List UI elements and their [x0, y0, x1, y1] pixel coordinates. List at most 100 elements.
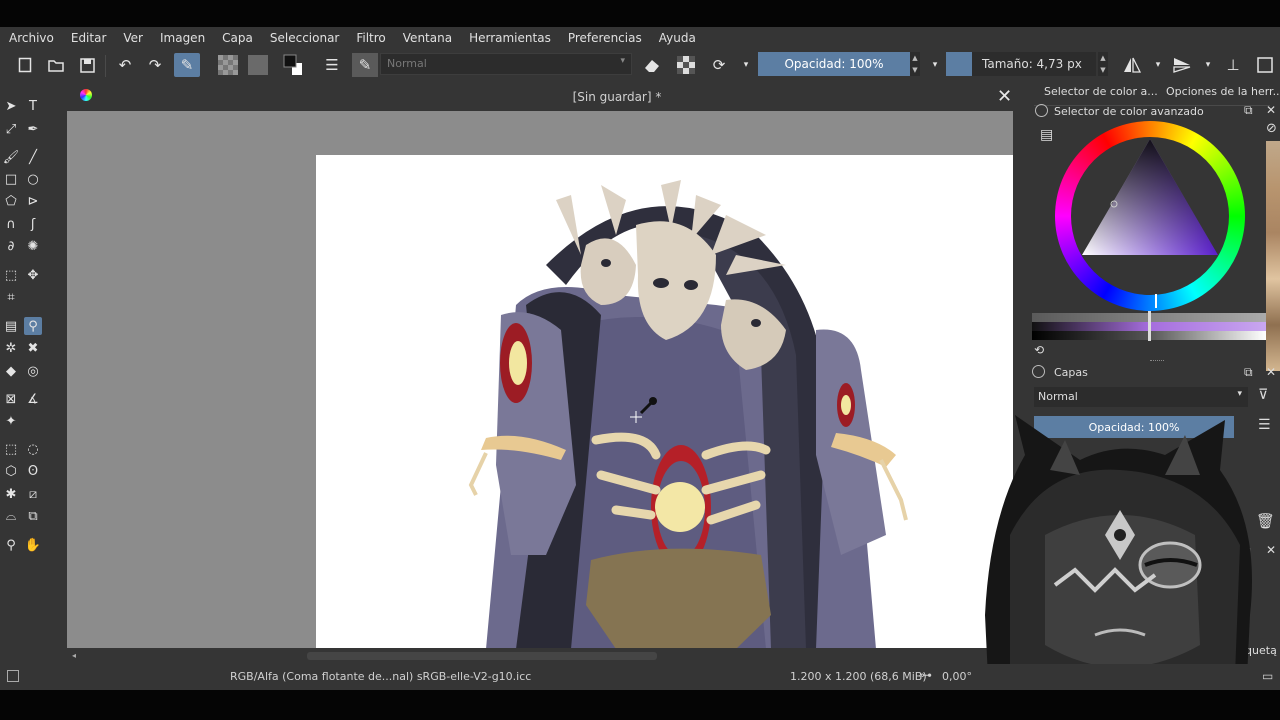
crop-tool-icon[interactable]: ⌗	[2, 288, 20, 306]
close-docker-icon[interactable]: ✕	[1266, 543, 1276, 557]
text-tool-icon[interactable]: T	[24, 97, 42, 115]
chevron-down-icon[interactable]: ▾	[1148, 55, 1168, 75]
ellipse-tool-icon[interactable]: ○	[24, 170, 42, 188]
menu-capa[interactable]: Capa	[213, 31, 261, 45]
menu-seleccionar[interactable]: Seleccionar	[261, 31, 347, 45]
line-tool-icon[interactable]: ╱	[24, 148, 42, 166]
color-settings-icon[interactable]: ▤	[1040, 127, 1053, 143]
menu-ver[interactable]: Ver	[114, 31, 151, 45]
smart-patch-icon[interactable]: ✖	[24, 339, 42, 357]
calligraphy-icon[interactable]: ✒	[24, 120, 42, 138]
document-title[interactable]: [Sin guardar] *	[487, 90, 747, 104]
multibrush-icon[interactable]: ✺	[24, 237, 42, 255]
size-slider[interactable]: Tamaño: 4,73 px	[972, 52, 1096, 76]
tab-tool-options[interactable]: Opciones de la herr...	[1166, 85, 1280, 105]
mirror-horizontal-icon[interactable]	[1122, 55, 1142, 75]
reference-tool-icon[interactable]: ✦	[2, 412, 20, 430]
view-mode-icon[interactable]: ▭	[1262, 669, 1273, 683]
size-slider-fill[interactable]	[946, 52, 972, 76]
scroll-thumb[interactable]	[307, 652, 657, 660]
move-tool-icon[interactable]: ✥	[24, 266, 42, 284]
chevron-down-icon[interactable]: ▾	[925, 55, 945, 75]
brush-preset-icon[interactable]: ✎	[174, 53, 200, 77]
menu-ventana[interactable]: Ventana	[394, 31, 460, 45]
open-folder-icon[interactable]	[46, 55, 66, 75]
menu-imagen[interactable]: Imagen	[151, 31, 213, 45]
reload-preset-icon[interactable]: ⟳	[709, 55, 729, 75]
chevron-down-icon[interactable]: ▾	[736, 55, 756, 75]
menu-archivo[interactable]: Archivo	[0, 31, 62, 45]
undo-icon[interactable]: ↶	[115, 55, 135, 75]
chevron-down-icon[interactable]: ▾	[1198, 55, 1218, 75]
rectangle-tool-icon[interactable]: □	[2, 170, 20, 188]
enclose-fill-icon[interactable]: ◎	[24, 362, 42, 380]
assistant-tool-icon[interactable]: ⊠	[2, 390, 20, 408]
blend-mode-dropdown[interactable]: Normal ▾	[380, 53, 632, 75]
rect-select-icon[interactable]: ⬚	[2, 440, 20, 458]
pan-tool-icon[interactable]: ✋	[24, 536, 42, 554]
size-spinner[interactable]: ▲ ▼	[1098, 52, 1108, 76]
magnetic-select-icon[interactable]: ⧉	[24, 507, 42, 525]
float-docker-icon[interactable]: ⧉	[1244, 103, 1253, 118]
refresh-icon[interactable]: ⟲	[1034, 343, 1044, 357]
eraser-icon[interactable]	[642, 55, 662, 75]
scroll-left-icon[interactable]: ◂	[72, 651, 76, 660]
hue-marker[interactable]	[1155, 294, 1157, 308]
opacity-spinner[interactable]: ▲ ▼	[910, 52, 920, 76]
freehand-brush-icon[interactable]: 🖌	[2, 148, 20, 166]
transform-tool-icon[interactable]: ⬚	[2, 266, 20, 284]
close-docker-icon[interactable]: ✕	[1266, 365, 1276, 379]
zoom-tool-icon[interactable]: ⚲	[2, 536, 20, 554]
edit-shapes-icon[interactable]: ⤢	[2, 120, 20, 138]
brush-settings-icon[interactable]: ☰	[322, 55, 342, 75]
polyline-tool-icon[interactable]: ⊳	[24, 192, 42, 210]
polygon-tool-icon[interactable]: ⬠	[2, 192, 20, 210]
mirror-vertical-icon[interactable]	[1172, 55, 1192, 75]
canvas-only-icon[interactable]	[1255, 55, 1275, 75]
tab-advanced-color-selector[interactable]: Selector de color a...	[1044, 85, 1158, 105]
dynamic-brush-icon[interactable]: ∂	[2, 237, 20, 255]
fg-bg-color-icon[interactable]	[282, 54, 302, 75]
freehand-path-icon[interactable]: ʃ	[24, 215, 42, 233]
fill-pattern-icon[interactable]	[218, 55, 238, 75]
menu-herramientas[interactable]: Herramientas	[460, 31, 559, 45]
opacity-slider[interactable]: Opacidad: 100%	[758, 52, 910, 76]
wrap-around-icon[interactable]: ⊥	[1223, 55, 1243, 75]
close-icon[interactable]: ✕	[997, 86, 1012, 107]
color-triangle[interactable]	[1055, 121, 1245, 311]
selection-mode-icon[interactable]	[7, 670, 19, 682]
fill-tool-icon[interactable]: ◆	[2, 362, 20, 380]
lock-icon[interactable]	[1035, 104, 1048, 117]
drawing-canvas[interactable]	[316, 155, 1013, 649]
layer-blend-dropdown[interactable]: Normal ▾	[1034, 387, 1248, 407]
menu-ayuda[interactable]: Ayuda	[650, 31, 704, 45]
menu-preferencias[interactable]: Preferencias	[559, 31, 650, 45]
close-docker-icon[interactable]: ✕	[1266, 103, 1276, 117]
colorize-mask-icon[interactable]: ✲	[2, 339, 20, 357]
alpha-lock-icon[interactable]	[676, 55, 696, 75]
select-shapes-icon[interactable]: ➤	[2, 97, 20, 115]
bezier-select-icon[interactable]: ⌓	[2, 507, 20, 525]
gradient-tool-icon[interactable]: ▤	[2, 317, 20, 335]
rotation-icon[interactable]: ⊶	[920, 668, 932, 682]
color-picker-icon[interactable]: ⚲	[24, 317, 42, 335]
measure-tool-icon[interactable]: ∡	[24, 390, 42, 408]
save-icon[interactable]	[77, 55, 97, 75]
ellipse-select-icon[interactable]: ◌	[24, 440, 42, 458]
horizontal-scrollbar[interactable]: ◂	[67, 648, 1013, 664]
bezier-tool-icon[interactable]: ∩	[2, 215, 20, 233]
new-document-icon[interactable]	[15, 55, 35, 75]
lock-icon[interactable]	[1032, 365, 1045, 378]
menu-filtro[interactable]: Filtro	[347, 31, 393, 45]
filter-icon[interactable]: ⊽	[1258, 387, 1268, 403]
menu-editar[interactable]: Editar	[62, 31, 115, 45]
polygon-select-icon[interactable]: ⬡	[2, 462, 20, 480]
float-docker-icon[interactable]: ⧉	[1244, 365, 1253, 380]
resize-handle[interactable]	[1150, 360, 1164, 362]
contiguous-select-icon[interactable]: ✱	[2, 485, 20, 503]
similar-select-icon[interactable]: ⧄	[24, 485, 42, 503]
brush-tip-icon[interactable]: ✎	[352, 53, 378, 77]
gradient-icon[interactable]	[248, 55, 268, 75]
color-palette-strip[interactable]	[1266, 141, 1280, 371]
redo-icon[interactable]: ↷	[145, 55, 165, 75]
